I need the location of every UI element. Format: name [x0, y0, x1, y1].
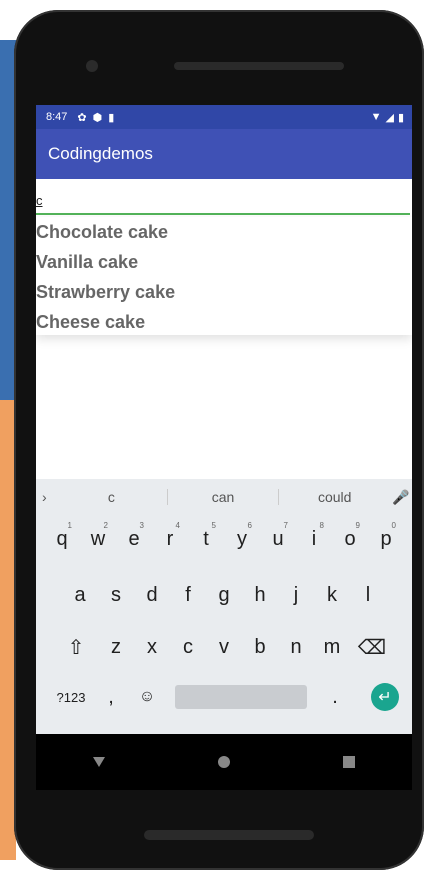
key-f[interactable]: f — [170, 575, 206, 615]
app-title: Codingdemos — [48, 144, 153, 163]
enter-icon[interactable]: ↵ — [371, 683, 399, 711]
status-right-icons: ▼ ◢ ▮ — [371, 111, 404, 124]
emoji-icon[interactable]: ☺ — [129, 677, 165, 717]
key-d[interactable]: d — [134, 575, 170, 615]
key-p[interactable]: p0 — [368, 519, 404, 559]
mic-icon[interactable]: 🎤 — [390, 489, 412, 506]
key-g[interactable]: g — [206, 575, 242, 615]
period-key[interactable]: . — [317, 677, 353, 717]
home-icon[interactable] — [217, 756, 230, 768]
key-y[interactable]: y6 — [224, 519, 260, 559]
comma-key[interactable]: , — [93, 677, 129, 717]
key-b[interactable]: b — [242, 627, 278, 667]
key-q[interactable]: q1 — [44, 519, 80, 559]
suggestion-item[interactable]: Chocolate cake — [36, 217, 412, 247]
key-e[interactable]: e3 — [116, 519, 152, 559]
keyboard-row-1: q1 w2 e3 r4 t5 y6 u7 i8 o9 p0 — [36, 519, 412, 559]
suggestion-item[interactable]: Cheese cake — [36, 307, 412, 337]
navigation-bar — [36, 734, 412, 790]
word-suggestion[interactable]: c — [56, 489, 167, 505]
key-w[interactable]: w2 — [80, 519, 116, 559]
key-u[interactable]: u7 — [260, 519, 296, 559]
word-suggestion[interactable]: could — [279, 489, 390, 505]
search-input-value: c — [36, 193, 43, 208]
key-n[interactable]: n — [278, 627, 314, 667]
input-underline — [36, 213, 410, 215]
backspace-icon[interactable]: ⌫ — [350, 627, 394, 667]
key-o[interactable]: o9 — [332, 519, 368, 559]
recents-icon[interactable] — [343, 756, 356, 768]
symbols-key[interactable]: ?123 — [49, 677, 93, 717]
space-key[interactable] — [175, 685, 307, 709]
chevron-right-icon[interactable]: › — [42, 489, 56, 505]
suggestion-item[interactable]: Strawberry cake — [36, 277, 412, 307]
key-x[interactable]: x — [134, 627, 170, 667]
search-input[interactable]: c — [36, 191, 412, 215]
front-camera — [86, 60, 98, 72]
status-bar: 8:47 ✿ ⬢ ▮ ▼ ◢ ▮ — [36, 105, 412, 129]
key-j[interactable]: j — [278, 575, 314, 615]
signal-icon: ◢ — [385, 111, 394, 124]
shield-icon: ⬢ — [92, 111, 103, 124]
key-i[interactable]: i8 — [296, 519, 332, 559]
key-h[interactable]: h — [242, 575, 278, 615]
key-c[interactable]: c — [170, 627, 206, 667]
key-s[interactable]: s — [98, 575, 134, 615]
key-t[interactable]: t5 — [188, 519, 224, 559]
keyboard-row-2: a s d f g h j k l — [36, 575, 412, 615]
phone-screen: 8:47 ✿ ⬢ ▮ ▼ ◢ ▮ Codingdemos c Chocolate… — [36, 105, 412, 790]
keyboard-row-3: ⇧ z x c v b n m ⌫ — [36, 627, 412, 667]
keyboard-suggestion-bar: › c can could 🎤 — [36, 479, 412, 515]
soft-keyboard: › c can could 🎤 q1 w2 e3 r4 t5 y6 u7 i8 … — [36, 479, 412, 734]
key-k[interactable]: k — [314, 575, 350, 615]
key-l[interactable]: l — [350, 575, 386, 615]
word-suggestion[interactable]: can — [168, 489, 279, 505]
status-time: 8:47 — [46, 111, 68, 123]
suggestion-item[interactable]: Vanilla cake — [36, 247, 412, 277]
key-r[interactable]: r4 — [152, 519, 188, 559]
wifi-icon: ▼ — [370, 111, 382, 123]
bottom-speaker — [144, 830, 314, 840]
status-icons: ✿ ⬢ ▮ — [77, 111, 114, 124]
app-bar: Codingdemos — [36, 129, 412, 179]
key-a[interactable]: a — [62, 575, 98, 615]
sd-card-icon: ▮ — [108, 111, 115, 124]
shift-icon[interactable]: ⇧ — [54, 627, 98, 667]
keyboard-row-4: ?123 , ☺ . ↵ — [36, 677, 412, 717]
back-icon[interactable] — [92, 757, 105, 767]
key-z[interactable]: z — [98, 627, 134, 667]
key-v[interactable]: v — [206, 627, 242, 667]
key-m[interactable]: m — [314, 627, 350, 667]
settings-icon: ✿ — [77, 111, 87, 124]
top-speaker — [174, 62, 344, 70]
suggestion-dropdown: Chocolate cake Vanilla cake Strawberry c… — [36, 217, 412, 335]
battery-icon: ▮ — [397, 111, 404, 124]
